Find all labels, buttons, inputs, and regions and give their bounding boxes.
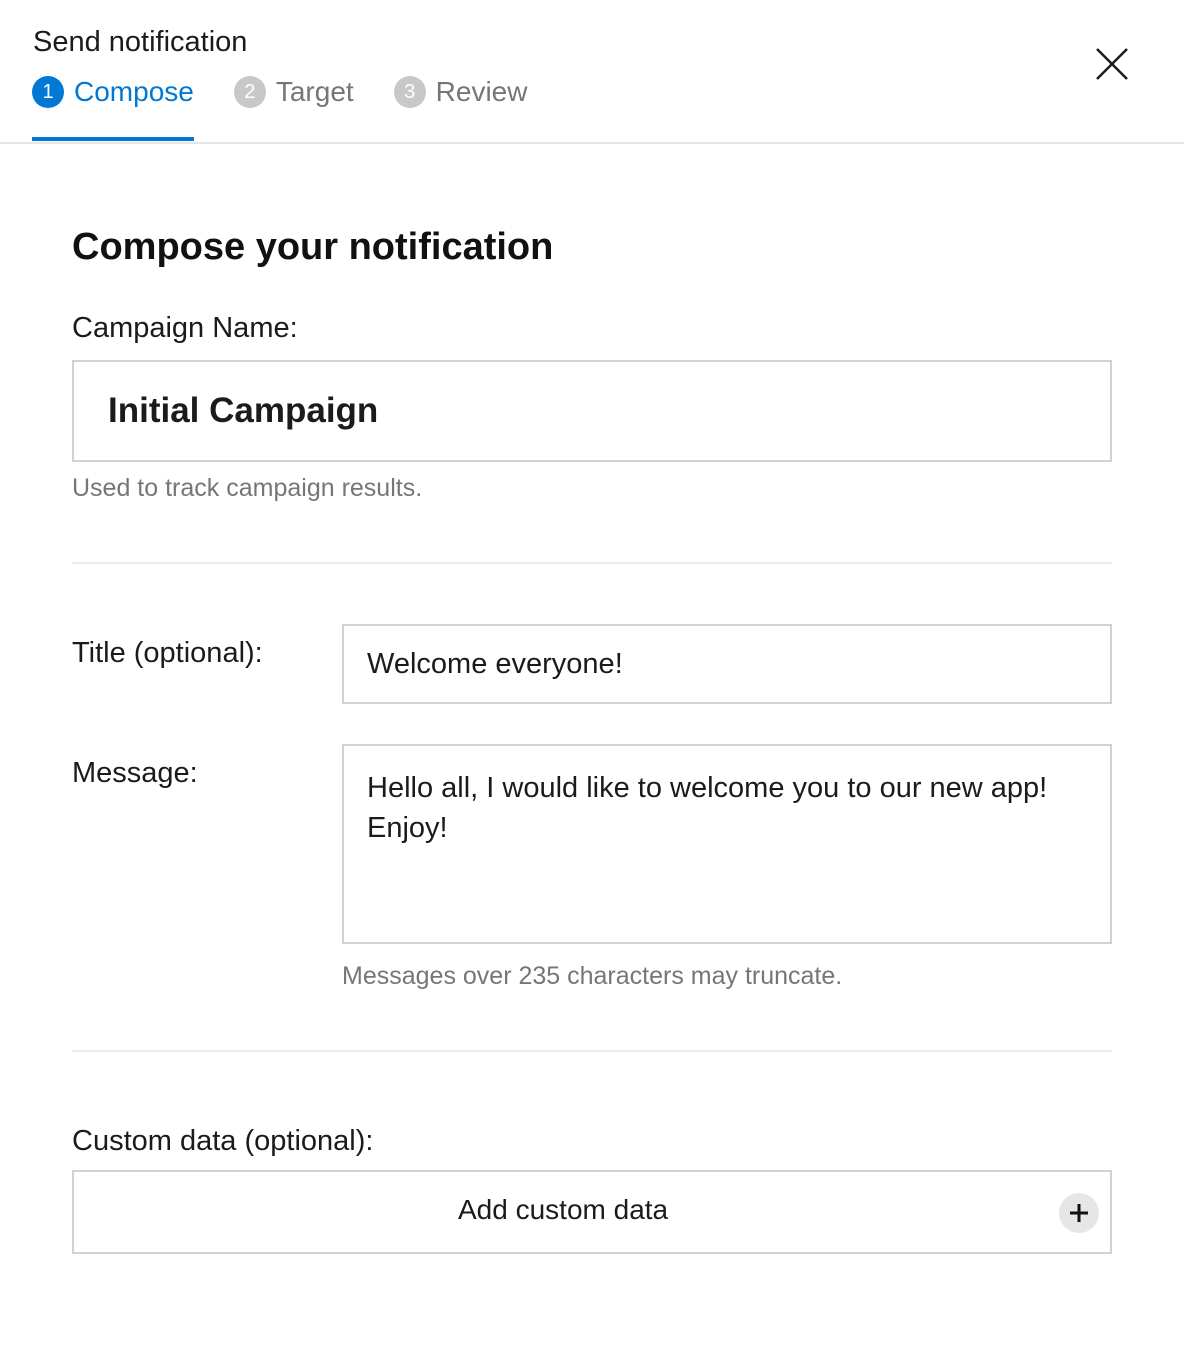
dialog-title: Send notification	[33, 26, 248, 58]
message-help: Messages over 235 characters may truncat…	[342, 962, 843, 990]
divider	[72, 562, 1112, 564]
step-label: Target	[275, 76, 354, 107]
plus-icon	[1059, 1193, 1099, 1233]
step-label: Compose	[74, 76, 194, 107]
message-textarea[interactable]: Hello all, I would like to welcome you t…	[342, 744, 1112, 944]
panel-header: Send notification 1 Compose 2 Target 3 R…	[0, 0, 1184, 144]
page-title: Compose your notification	[72, 226, 554, 268]
step-number: 2	[233, 76, 266, 108]
step-number: 1	[32, 76, 64, 108]
add-custom-data-label: Add custom data	[458, 1194, 669, 1225]
tab-compose[interactable]: 1 Compose	[32, 70, 194, 141]
add-custom-data-button[interactable]: Add custom data	[72, 1170, 1112, 1254]
close-icon	[1096, 48, 1128, 80]
custom-data-label: Custom data (optional):	[72, 1125, 374, 1157]
step-tabs: 1 Compose 2 Target 3 Review	[32, 70, 567, 142]
divider	[72, 1050, 1112, 1052]
title-label: Title (optional):	[72, 637, 263, 669]
campaign-name-label: Campaign Name:	[72, 312, 298, 344]
campaign-name-input[interactable]	[72, 360, 1112, 462]
message-label: Message:	[72, 757, 198, 789]
step-number: 3	[393, 76, 426, 108]
close-button[interactable]	[1088, 40, 1136, 88]
tab-target[interactable]: 2 Target	[233, 70, 354, 114]
campaign-name-help: Used to track campaign results.	[72, 474, 423, 502]
step-label: Review	[435, 76, 528, 107]
tab-review[interactable]: 3 Review	[393, 70, 528, 114]
send-notification-panel: Send notification 1 Compose 2 Target 3 R…	[0, 0, 1184, 1346]
title-input[interactable]	[342, 624, 1112, 704]
